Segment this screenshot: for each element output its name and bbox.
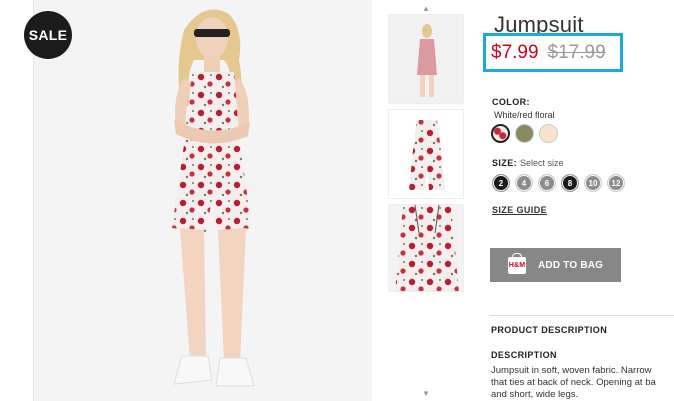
description-line: Jumpsuit in soft, woven fabric. Narrow — [491, 365, 652, 376]
description-heading: DESCRIPTION — [491, 350, 557, 360]
swatch-light-peach[interactable] — [539, 124, 558, 143]
chevron-down-icon[interactable]: ▼ — [422, 389, 430, 398]
size-guide-link[interactable]: SIZE GUIDE — [492, 205, 547, 215]
thumbnail-fabric-detail[interactable] — [388, 204, 464, 292]
swatch-white-red-floral[interactable] — [491, 124, 510, 143]
size-label-row: SIZE: Select size — [492, 158, 564, 168]
shopping-bag-icon: H&M — [508, 252, 526, 274]
main-product-image[interactable] — [34, 0, 372, 401]
chevron-up-icon[interactable]: ▲ — [422, 4, 430, 13]
description-line: that ties at back of neck. Opening at ba — [491, 377, 656, 388]
add-to-bag-label: ADD TO BAG — [538, 259, 604, 271]
thumbnail-garment-flat[interactable] — [388, 109, 464, 199]
product-description-title[interactable]: PRODUCT DESCRIPTION — [491, 325, 607, 335]
sale-price: $7.99 — [491, 41, 539, 63]
size-hint: Select size — [520, 158, 564, 168]
size-option-6[interactable]: 6 — [538, 174, 556, 192]
size-options: 2 4 6 8 10 12 — [492, 174, 625, 192]
color-label: COLOR: — [492, 97, 530, 107]
size-option-4[interactable]: 4 — [515, 174, 533, 192]
size-option-8[interactable]: 8 — [561, 174, 579, 192]
section-divider — [490, 315, 674, 316]
add-to-bag-button[interactable]: H&M ADD TO BAG — [490, 248, 621, 282]
original-price: $17.99 — [547, 41, 606, 63]
sale-badge: SALE — [24, 11, 72, 59]
size-option-10[interactable]: 10 — [584, 174, 602, 192]
size-option-12[interactable]: 12 — [607, 174, 625, 192]
swatch-olive[interactable] — [515, 124, 534, 143]
thumbnail-model-front[interactable] — [388, 14, 464, 104]
description-line: and short, wide legs. — [491, 389, 579, 400]
size-label: SIZE: — [492, 158, 518, 168]
color-selected-value: White/red floral — [494, 110, 555, 120]
size-option-2[interactable]: 2 — [492, 174, 510, 192]
description-text: Jumpsuit in soft, woven fabric. Narrow t… — [491, 365, 674, 401]
price-highlight-box: $7.99 $17.99 — [483, 33, 623, 72]
thumbnail-strip: ▲ ▼ — [388, 0, 464, 401]
color-swatches — [491, 124, 558, 143]
